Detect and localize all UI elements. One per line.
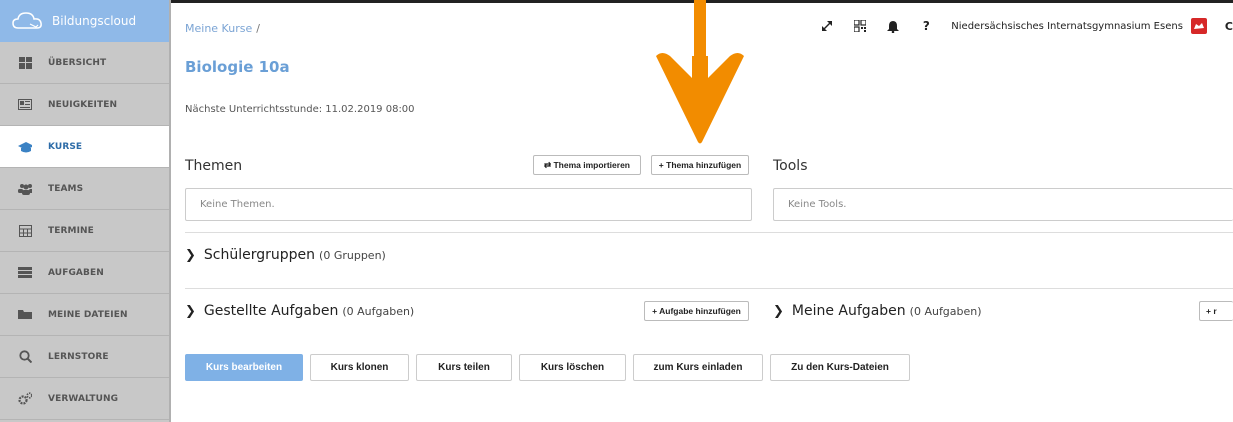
help-icon[interactable]: ?: [918, 18, 934, 34]
schuelergruppen-count: (0 Gruppen): [319, 248, 386, 262]
sidebar-item-label: NEUIGKEITEN: [48, 99, 118, 110]
divider: [185, 232, 1233, 233]
sidebar-item-label: ÜBERSICHT: [48, 57, 107, 68]
qr-code-icon[interactable]: [852, 18, 868, 34]
aufgabe-hinzufuegen-button[interactable]: + Aufgabe hinzufügen: [644, 301, 749, 321]
tools-title: Tools: [773, 158, 808, 174]
themen-title: Themen: [185, 158, 243, 174]
bell-icon[interactable]: [885, 18, 901, 34]
sidebar-item-label: AUFGABEN: [48, 267, 104, 278]
schuelergruppen-title: Schülergruppen: [203, 247, 316, 263]
meine-aufgaben-title: Meine Aufgaben: [791, 303, 906, 319]
fullscreen-icon[interactable]: [819, 18, 835, 34]
dashboard-icon: [18, 56, 32, 70]
kurs-loeschen-button[interactable]: Kurs löschen: [519, 354, 626, 381]
user-menu-initial[interactable]: C: [1225, 20, 1233, 33]
school-crest-icon: [1190, 18, 1207, 34]
divider: [185, 288, 1233, 289]
sidebar-item-termine[interactable]: TERMINE: [0, 210, 169, 252]
brand-name: Bildungscloud: [52, 14, 137, 28]
sidebar: Bildungscloud ÜBERSICHT NEUIGKEITEN KURS…: [0, 0, 171, 422]
sidebar-item-label: TEAMS: [48, 183, 84, 194]
sidebar-item-label: TERMINE: [48, 225, 94, 236]
zum-kurs-einladen-button[interactable]: zum Kurs einladen: [633, 354, 763, 381]
thema-importieren-button[interactable]: ⇄ Thema importieren: [533, 155, 641, 175]
brand-logo[interactable]: Bildungscloud: [0, 0, 169, 42]
cloud-logo-icon: [12, 12, 42, 29]
themen-empty-box: Keine Themen.: [185, 188, 752, 221]
tasks-icon: [18, 266, 32, 280]
calendar-icon: [18, 224, 32, 238]
thema-hinzufuegen-button[interactable]: + Thema hinzufügen: [651, 155, 749, 175]
sidebar-item-neuigkeiten[interactable]: NEUIGKEITEN: [0, 84, 169, 126]
sidebar-item-label: VERWALTUNG: [48, 393, 119, 404]
sidebar-item-aufgaben[interactable]: AUFGABEN: [0, 252, 169, 294]
sidebar-item-label: KURSE: [48, 141, 83, 152]
chevron-right-icon: ❯: [773, 303, 784, 319]
top-bar: ? Niedersächsisches Internatsgymnasium E…: [819, 16, 1233, 36]
graduation-cap-icon: [18, 140, 32, 154]
gestellte-aufgaben-title: Gestellte Aufgaben: [203, 303, 339, 319]
kurs-teilen-button[interactable]: Kurs teilen: [416, 354, 512, 381]
chevron-right-icon: ❯: [185, 303, 196, 319]
meine-aufgaben-count: (0 Aufgaben): [909, 304, 982, 318]
kurs-klonen-button[interactable]: Kurs klonen: [310, 354, 409, 381]
meine-aufgaben-toggle[interactable]: ❯ Meine Aufgaben (0 Aufgaben): [773, 303, 982, 319]
chevron-right-icon: ❯: [185, 247, 196, 263]
breadcrumb: Meine Kurse /: [185, 22, 260, 35]
folder-icon: [18, 308, 32, 322]
schuelergruppen-toggle[interactable]: ❯ Schülergruppen (0 Gruppen): [185, 247, 386, 263]
kurs-dateien-button[interactable]: Zu den Kurs-Dateien: [770, 354, 910, 381]
next-lesson-text: Nächste Unterrichtsstunde: 11.02.2019 08…: [185, 104, 415, 115]
gestellte-aufgaben-toggle[interactable]: ❯ Gestellte Aufgaben (0 Aufgaben): [185, 303, 414, 319]
sidebar-item-uebersicht[interactable]: ÜBERSICHT: [0, 42, 169, 84]
gears-icon: [18, 392, 32, 406]
users-icon: [18, 182, 32, 196]
meine-aufgabe-hinzufuegen-button[interactable]: + r: [1199, 301, 1233, 321]
page-title: Biologie 10a: [185, 58, 290, 76]
news-icon: [18, 98, 32, 112]
breadcrumb-separator: /: [256, 22, 260, 35]
sidebar-item-verwaltung[interactable]: VERWALTUNG: [0, 378, 169, 420]
sidebar-item-label: MEINE DATEIEN: [48, 309, 128, 320]
gestellte-aufgaben-count: (0 Aufgaben): [342, 304, 415, 318]
search-icon: [18, 350, 32, 364]
sidebar-item-teams[interactable]: TEAMS: [0, 168, 169, 210]
school-name[interactable]: Niedersächsisches Internatsgymnasium Ese…: [951, 21, 1183, 32]
sidebar-item-kurse[interactable]: KURSE: [0, 126, 169, 168]
kurs-bearbeiten-button[interactable]: Kurs bearbeiten: [185, 354, 303, 381]
tools-empty-box: Keine Tools.: [773, 188, 1233, 221]
breadcrumb-link-meine-kurse[interactable]: Meine Kurse: [185, 22, 252, 35]
annotation-arrow-icon: [656, 0, 744, 144]
sidebar-item-lernstore[interactable]: LERNSTORE: [0, 336, 169, 378]
sidebar-item-label: LERNSTORE: [48, 351, 109, 362]
sidebar-item-meine-dateien[interactable]: MEINE DATEIEN: [0, 294, 169, 336]
